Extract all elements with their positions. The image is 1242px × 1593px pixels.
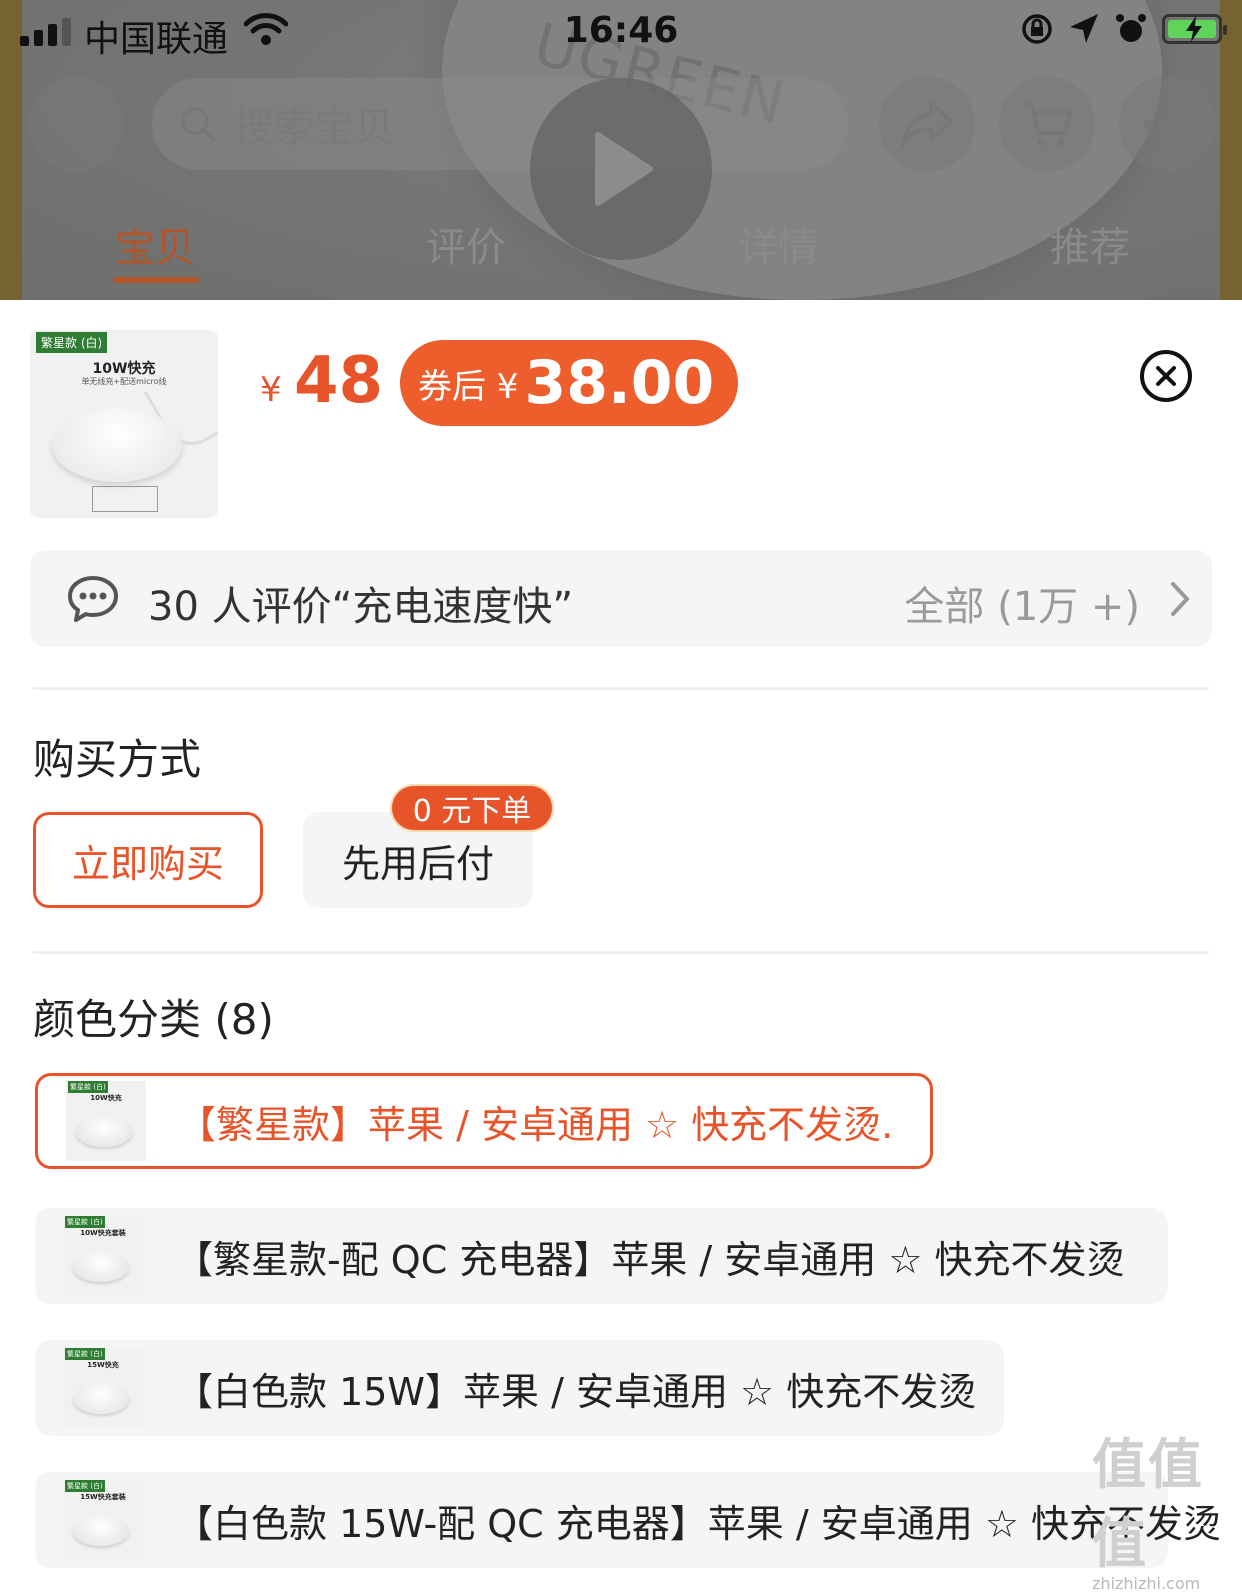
product-header-background: UGREEN 中国联通 16:46 搜索宝贝 宝贝 评价 详情 推荐 <box>0 0 1242 300</box>
color-variant-option[interactable]: 繁星款 (白) 15W快充套装 【白色款 15W-配 QC 充电器】苹果 / 安… <box>35 1472 1221 1568</box>
coupon-price-badge: 券后 ¥ 38.00 <box>400 340 738 426</box>
tab-recommend[interactable]: 推荐 <box>1050 215 1130 273</box>
active-tab-indicator <box>113 277 199 283</box>
purchase-method-title: 购买方式 <box>33 735 202 784</box>
variant-thumbnail: 繁星款 (白) 10W快充套装 <box>63 1216 143 1296</box>
variant-thumbnail-title: 10W快充套装 <box>80 1229 126 1237</box>
thumbnail-spec-table <box>92 486 158 512</box>
review-summary-bar[interactable]: 30 人评价“充电速度快” 全部 (1万 +) <box>30 550 1212 647</box>
variant-label: 【白色款 15W】苹果 / 安卓通用 ☆ 快充不发烫 <box>175 1369 977 1414</box>
variant-thumbnail-tag: 繁星款 (白) <box>65 1348 105 1360</box>
more-dots-icon <box>1144 119 1190 129</box>
chevron-right-icon <box>1171 582 1190 616</box>
search-bar[interactable]: 搜索宝贝 <box>152 78 848 170</box>
price: 48 <box>294 344 384 418</box>
alarm-icon <box>1116 14 1146 42</box>
tab-reviews[interactable]: 评价 <box>426 215 506 273</box>
cart-button[interactable] <box>999 76 1095 172</box>
color-variant-option[interactable]: 繁星款 (白) 10W快充套装 【繁星款-配 QC 充电器】苹果 / 安卓通用 … <box>35 1208 1168 1304</box>
zero-down-badge: 0 元下单 <box>392 786 552 830</box>
divider <box>33 687 1209 690</box>
variant-thumbnail-title: 15W快充 <box>87 1361 119 1369</box>
thumbnail-tag: 繁星款 (白) <box>36 332 108 353</box>
variant-thumbnail-charger <box>76 1117 132 1147</box>
share-icon <box>901 101 953 147</box>
cart-icon <box>1024 103 1072 146</box>
location-icon <box>1070 14 1098 43</box>
battery-icon <box>1162 14 1227 44</box>
price-currency: ¥ <box>260 370 282 410</box>
selected-product-thumbnail[interactable]: 繁星款 (白) 10W快充 单无线充+配送micro线 <box>30 330 218 518</box>
comment-icon <box>68 576 118 622</box>
variant-thumbnail-charger <box>73 1252 129 1282</box>
buy-now-option[interactable]: 立即购买 <box>33 812 263 908</box>
divider <box>33 951 1209 954</box>
variant-thumbnail: 繁星款 (白) 15W快充套装 <box>63 1480 143 1560</box>
review-highlight: 30 人评价“充电速度快” <box>148 584 574 630</box>
sku-selection-sheet: 繁星款 (白) 10W快充 单无线充+配送micro线 ¥ 48 券后 ¥ 38… <box>0 300 1242 1568</box>
close-button[interactable] <box>1140 350 1192 402</box>
color-variant-option[interactable]: 繁星款 (白) 10W快充 【繁星款】苹果 / 安卓通用 ☆ 快充不发烫. <box>35 1073 933 1169</box>
review-all-link[interactable]: 全部 (1万 +) <box>904 574 1140 632</box>
variant-label: 【白色款 15W-配 QC 充电器】苹果 / 安卓通用 ☆ 快充不发烫 <box>175 1501 1221 1546</box>
variant-thumbnail: 繁星款 (白) 10W快充 <box>66 1081 146 1161</box>
play-icon <box>595 132 653 206</box>
more-button[interactable] <box>1119 76 1215 172</box>
color-category-title: 颜色分类 (8) <box>33 995 274 1044</box>
coupon-price: 38.00 <box>524 348 715 418</box>
coupon-label: 券后 ¥ <box>418 366 519 407</box>
chevron-left-icon <box>64 107 85 141</box>
variant-thumbnail-charger <box>73 1516 129 1546</box>
share-button[interactable] <box>879 76 975 172</box>
variant-thumbnail-tag: 繁星款 (白) <box>65 1480 105 1492</box>
watermark-url: zhizhizhi.com <box>1092 1574 1201 1593</box>
search-icon <box>181 107 216 142</box>
product-tabs: 宝贝 评价 详情 推荐 <box>0 215 1242 295</box>
watermark-logo: 值值值 <box>1092 1433 1204 1575</box>
tab-baobei[interactable]: 宝贝 <box>115 215 195 273</box>
variant-label: 【繁星款-配 QC 充电器】苹果 / 安卓通用 ☆ 快充不发烫 <box>175 1237 1125 1282</box>
variant-thumbnail-title: 15W快充套装 <box>80 1493 126 1501</box>
close-icon <box>1156 366 1176 386</box>
variant-label: 【繁星款】苹果 / 安卓通用 ☆ 快充不发烫. <box>178 1102 894 1147</box>
tab-details[interactable]: 详情 <box>738 215 818 273</box>
variant-thumbnail: 繁星款 (白) 15W快充 <box>63 1348 143 1428</box>
color-variant-option[interactable]: 繁星款 (白) 15W快充 【白色款 15W】苹果 / 安卓通用 ☆ 快充不发烫 <box>35 1340 1004 1436</box>
thumbnail-charger <box>52 408 182 482</box>
site-watermark: 值值值 zhizhizhi.com <box>1092 1420 1242 1593</box>
orientation-lock-icon <box>1022 14 1052 44</box>
back-button[interactable] <box>28 76 124 172</box>
variant-thumbnail-tag: 繁星款 (白) <box>68 1081 108 1093</box>
variant-thumbnail-charger <box>73 1384 129 1414</box>
variant-thumbnail-tag: 繁星款 (白) <box>65 1216 105 1228</box>
variant-thumbnail-title: 10W快充 <box>90 1094 122 1102</box>
status-bar: 中国联通 16:46 <box>0 0 1242 66</box>
search-placeholder: 搜索宝贝 <box>234 105 394 151</box>
